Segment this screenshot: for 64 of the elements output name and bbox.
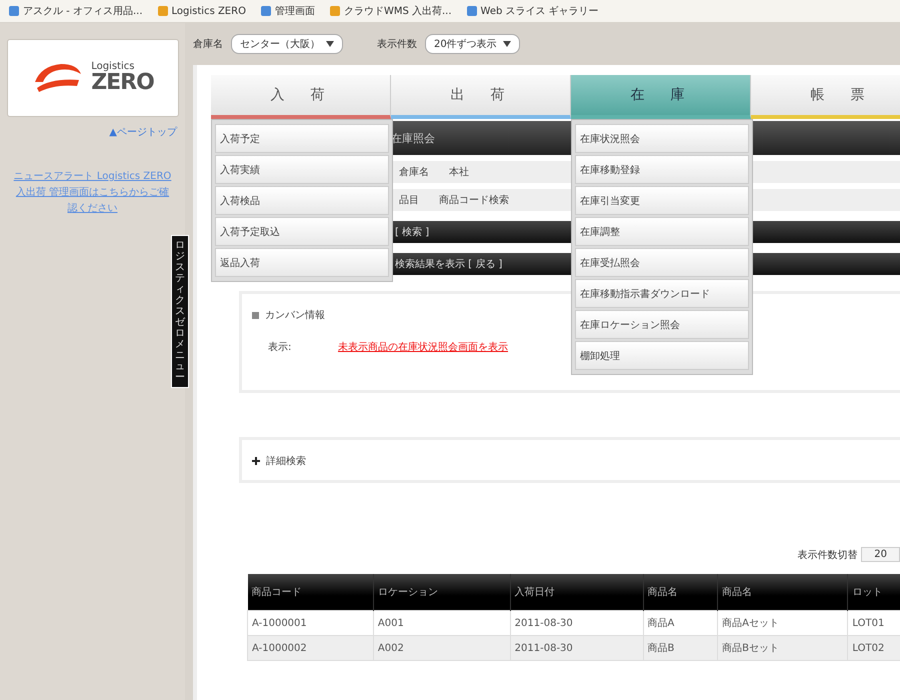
nav-tab[interactable]: 帳 票 [751,75,900,119]
table-cell: A-1000002 [248,636,374,660]
menu-item[interactable]: 入荷実績 [215,155,389,184]
count-label: 表示件数 [377,38,417,51]
logo-text: Logistics [91,62,134,72]
column-header: ロット [848,574,900,610]
table-cell: 2011-08-30 [510,636,644,660]
column-header: 商品名 [643,574,718,610]
page-icon [328,5,341,17]
menu-item[interactable]: 在庫調整 [575,217,749,246]
menu-item[interactable]: 棚卸処理 [575,341,749,370]
warehouse-label: 倉庫名 [193,38,223,51]
page-size-label: 表示件数切替 [797,548,858,562]
table-cell: 2011-08-30 [510,610,644,636]
menu-side-tab[interactable]: ロジスティクスゼロメニュー [171,235,189,388]
form-value: 商品コード検索 [439,194,509,207]
bookmark-link[interactable]: アスクル - オフィス用品... [23,4,143,18]
expand-icon[interactable] [252,457,260,465]
column-header: 入荷日付 [510,574,644,610]
nav-tab[interactable]: 入 荷 [211,75,391,119]
kanban-label: 表示: [268,340,292,354]
nav-tab[interactable]: 出 荷 [391,75,571,119]
menu-item[interactable]: 入荷予定 [215,124,389,153]
form-label: 品目 [399,194,419,207]
menu-item[interactable]: 在庫受払照会 [575,248,749,277]
menu-item[interactable]: 在庫移動指示書ダウンロード [575,279,749,308]
page-size-select[interactable]: 20 [861,547,900,562]
form-value: 本社 [449,166,469,179]
column-header: ロケーション [373,574,510,610]
warehouse-select[interactable]: センター（大阪） [231,34,343,54]
box-title: カンバン情報 [265,308,325,322]
table-cell: LOT02 [848,636,900,660]
menu-item[interactable]: 入荷検品 [215,186,389,215]
caret-icon [502,41,511,47]
page-icon [156,5,169,17]
bookmark-link[interactable]: Web スライス ギャラリー [480,4,599,18]
menu-item[interactable]: 在庫ロケーション照会 [575,310,749,339]
table-cell: 商品Bセット [718,636,848,660]
bookmark-link[interactable]: Logistics ZERO [172,6,246,16]
table-cell: A-1000001 [248,610,374,636]
caret-icon [326,41,334,47]
nav-tab[interactable]: 在 庫 [571,75,751,119]
menu-item[interactable]: 返品入荷 [215,248,389,277]
table-cell: 商品Aセット [718,610,848,636]
bookmark-link[interactable]: 管理画面 [274,4,315,18]
collapse-icon[interactable] [252,312,259,318]
table-cell: A001 [373,610,510,636]
column-header: 商品名 [718,574,848,610]
box-title: 詳細検索 [266,454,306,468]
form-label: 倉庫名 [399,166,429,179]
page-icon [466,5,478,17]
logo-text: ZERO [91,72,154,94]
count-select[interactable]: 20件ずつ表示 [425,34,520,54]
column-header: 商品コード [248,574,374,610]
menu-item[interactable]: 在庫状況照会 [575,124,749,153]
menu-item[interactable]: 入荷予定取込 [215,217,389,246]
menu-item[interactable]: 在庫引当変更 [575,186,749,215]
table-cell: A002 [373,636,510,660]
page-icon [260,5,272,17]
page-icon [8,5,20,17]
bookmark-link[interactable]: クラウドWMS 入出荷... [344,4,452,18]
menu-item[interactable]: 在庫移動登録 [575,155,749,184]
table-cell: 商品B [643,636,718,660]
kanban-link[interactable]: 未表示商品の在庫状況照会画面を表示 [338,340,508,354]
